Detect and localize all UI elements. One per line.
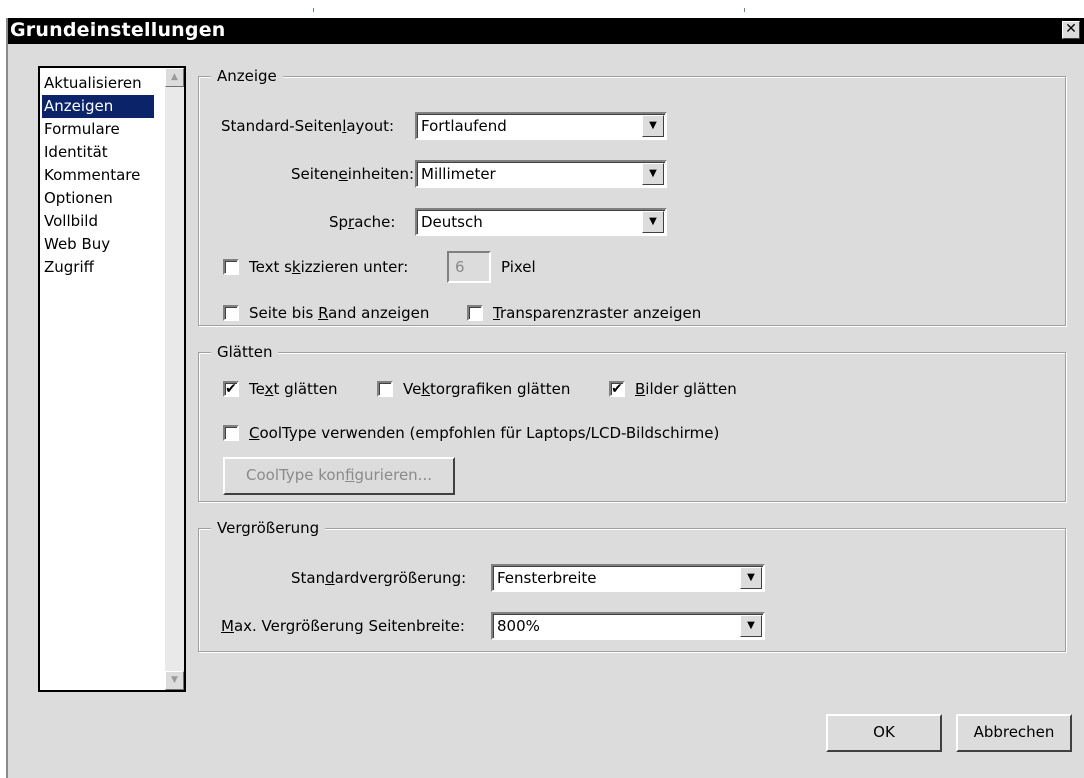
smooth-images-label: Bilder glätten	[635, 380, 737, 398]
category-scrollbar[interactable]: ▲ ▼	[165, 68, 184, 690]
dialog-title: Grundeinstellungen	[10, 19, 226, 41]
smooth-images-checkbox[interactable]: ✔	[609, 381, 625, 397]
chevron-down-icon[interactable]: ▼	[740, 615, 762, 637]
chevron-down-icon[interactable]: ▼	[642, 163, 664, 185]
default-zoom-label: Standardvergrößerung:	[291, 569, 467, 587]
page-layout-value: Fortlaufend	[421, 117, 507, 135]
preferences-dialog: Grundeinstellungen ✕ Aktualisieren Anzei…	[6, 18, 1084, 778]
show-to-edge-checkbox[interactable]	[223, 305, 239, 321]
default-zoom-select[interactable]: Fensterbreite ▼	[491, 564, 765, 592]
category-list[interactable]: Aktualisieren Anzeigen Formulare Identit…	[38, 66, 186, 692]
chevron-down-icon[interactable]: ▼	[740, 567, 762, 589]
chevron-down-icon[interactable]: ▼	[642, 115, 664, 137]
category-item-anzeigen[interactable]: Anzeigen	[42, 95, 154, 118]
group-anzeige: Anzeige Standard-Seitenlayout: Fortlaufe…	[198, 66, 1066, 326]
page-units-label: Seiteneinheiten:	[291, 165, 415, 183]
smooth-text-checkbox[interactable]: ✔	[223, 381, 239, 397]
category-item-identitaet[interactable]: Identität	[42, 141, 154, 164]
ok-button[interactable]: OK	[826, 714, 942, 752]
transparency-grid-checkbox[interactable]	[467, 305, 483, 321]
show-to-edge-label: Seite bis Rand anzeigen	[249, 304, 430, 322]
background-mark	[313, 8, 314, 12]
max-zoom-value: 800%	[497, 617, 540, 635]
category-item-formulare[interactable]: Formulare	[42, 118, 154, 141]
page-layout-label: Standard-Seitenlayout:	[221, 117, 395, 135]
chevron-down-icon[interactable]: ▼	[642, 211, 664, 233]
pixel-unit-label: Pixel	[501, 258, 536, 276]
smooth-text-label: Text glätten	[249, 380, 338, 398]
greek-text-checkbox[interactable]	[223, 259, 239, 275]
category-item-kommentare[interactable]: Kommentare	[42, 164, 154, 187]
page-units-value: Millimeter	[421, 165, 496, 183]
page-layout-select[interactable]: Fortlaufend ▼	[415, 112, 667, 140]
category-item-aktualisieren[interactable]: Aktualisieren	[42, 72, 154, 95]
category-item-vollbild[interactable]: Vollbild	[42, 210, 154, 233]
cooltype-checkbox[interactable]	[223, 425, 239, 441]
cooltype-label: CoolType verwenden (empfohlen für Laptop…	[249, 424, 720, 442]
language-value: Deutsch	[421, 213, 483, 231]
close-button[interactable]: ✕	[1062, 21, 1080, 39]
smooth-vector-label: Vektorgrafiken glätten	[403, 380, 571, 398]
group-glaetten: Glätten ✔ Text glätten Vektorgrafiken gl…	[198, 342, 1066, 502]
greek-text-label: Text skizzieren unter:	[249, 258, 409, 276]
page-units-select[interactable]: Millimeter ▼	[415, 160, 667, 188]
category-item-optionen[interactable]: Optionen	[42, 187, 154, 210]
scroll-up-button[interactable]: ▲	[165, 68, 184, 87]
smooth-vector-checkbox[interactable]	[377, 381, 393, 397]
scroll-down-icon: ▼	[171, 675, 178, 685]
scroll-down-button[interactable]: ▼	[165, 671, 184, 690]
group-anzeige-legend: Anzeige	[211, 66, 283, 86]
close-icon: ✕	[1065, 21, 1077, 37]
default-zoom-value: Fensterbreite	[497, 569, 597, 587]
category-item-web-buy[interactable]: Web Buy	[42, 233, 154, 256]
max-zoom-label: Max. Vergrößerung Seitenbreite:	[221, 617, 465, 635]
group-glaetten-legend: Glätten	[211, 342, 279, 362]
transparency-grid-label: Transparenzraster anzeigen	[493, 304, 702, 322]
title-bar: Grundeinstellungen ✕	[8, 18, 1084, 44]
group-vergroesserung-legend: Vergrößerung	[211, 518, 326, 538]
group-vergroesserung: Vergrößerung Standardvergrößerung: Fenst…	[198, 518, 1066, 652]
background-mark	[744, 8, 745, 12]
category-item-zugriff[interactable]: Zugriff	[42, 256, 154, 279]
language-select[interactable]: Deutsch ▼	[415, 208, 667, 236]
max-zoom-select[interactable]: 800% ▼	[491, 612, 765, 640]
greek-text-pixel-input[interactable]: 6	[447, 251, 491, 283]
language-label: Sprache:	[329, 213, 396, 231]
cancel-button[interactable]: Abbrechen	[956, 714, 1072, 752]
scroll-up-icon: ▲	[171, 72, 178, 82]
configure-cooltype-button[interactable]: CoolType konfigurieren...	[223, 457, 455, 495]
